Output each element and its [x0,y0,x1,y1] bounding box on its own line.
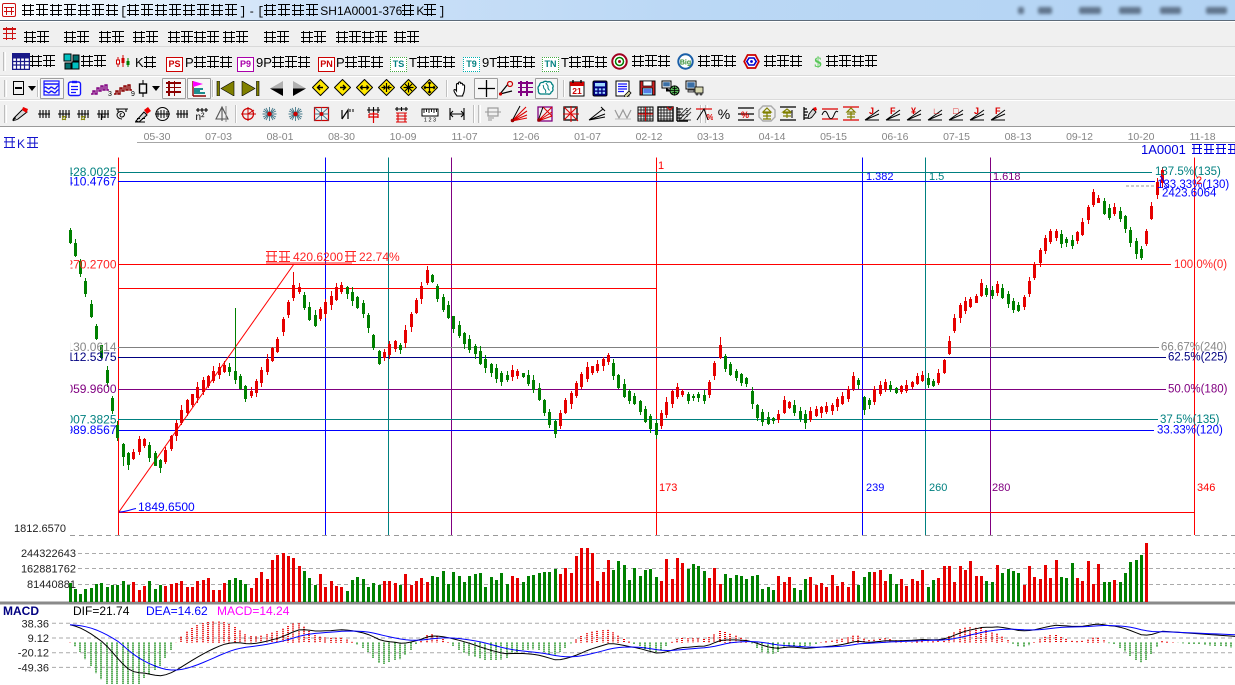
svg-text:1.382: 1.382 [866,171,894,183]
svg-text:¤: ¤ [61,113,66,122]
svg-text:%: % [741,110,749,120]
svg-text:173: 173 [659,482,677,494]
svg-text:9.12: 9.12 [28,633,49,645]
svg-text:08-01: 08-01 [267,131,294,143]
svg-text:∟: ∟ [932,106,941,116]
svg-text:22.74%: 22.74% [359,250,400,264]
svg-text:n²: n² [196,112,206,122]
svg-text:%: % [707,113,714,122]
svg-text:1849.6500: 1849.6500 [138,500,195,514]
svg-text:02-12: 02-12 [636,131,663,143]
svg-text:1 2 3: 1 2 3 [424,118,436,123]
svg-text:¤: ¤ [80,113,85,122]
svg-text:162881762: 162881762 [21,564,76,576]
svg-text:244322643: 244322643 [21,548,76,560]
svg-text:33.33%(120): 33.33%(120) [1157,425,1223,437]
svg-text:K: K [17,137,25,151]
svg-text:Big: Big [680,60,691,67]
svg-text:DEA=14.62: DEA=14.62 [146,604,208,618]
svg-text:06-16: 06-16 [882,131,909,143]
svg-text:F: F [100,112,106,122]
svg-text:21: 21 [572,86,582,96]
svg-text:DIF=21.74: DIF=21.74 [73,604,130,618]
svg-text:420.6200: 420.6200 [293,250,343,264]
svg-text:$: $ [814,55,822,70]
svg-text:□: □ [953,106,959,116]
svg-text:9: 9 [131,91,135,97]
svg-text:62.5%(225): 62.5%(225) [1168,352,1228,364]
svg-text:%: % [718,106,730,122]
svg-text:38.36: 38.36 [21,618,49,630]
svg-text:346: 346 [1197,482,1215,494]
svg-text:2423.6064: 2423.6064 [1162,188,1217,200]
svg-text:1812.6570: 1812.6570 [14,523,66,535]
svg-text:J: J [974,106,979,116]
svg-text:¥: ¥ [911,106,916,116]
svg-text:12-06: 12-06 [513,131,540,143]
svg-text:01-07: 01-07 [574,131,601,143]
svg-text:07-03: 07-03 [205,131,232,143]
svg-text:F: F [890,106,896,116]
svg-text:05-15: 05-15 [820,131,847,143]
svg-text:07-15: 07-15 [943,131,970,143]
svg-text:08-13: 08-13 [1005,131,1032,143]
svg-text:11-18: 11-18 [1189,131,1215,143]
svg-text:10-09: 10-09 [390,131,417,143]
svg-text:08-30: 08-30 [328,131,355,143]
svg-text:2: 2 [1196,175,1202,187]
svg-text:09-12: 09-12 [1066,131,1093,143]
svg-text:03-13: 03-13 [697,131,724,143]
svg-text:04-14: 04-14 [759,131,786,143]
svg-text:1A0001: 1A0001 [1141,142,1186,157]
svg-text:F: F [995,106,1001,116]
svg-text:1.618: 1.618 [993,171,1021,183]
svg-text:81440881: 81440881 [27,579,76,591]
svg-text:MACD: MACD [3,604,39,618]
svg-text:100.0%(0): 100.0%(0) [1174,259,1227,271]
svg-text:11-07: 11-07 [451,131,477,143]
svg-text:260: 260 [929,482,947,494]
svg-text:1: 1 [658,160,664,172]
svg-text:239: 239 [866,482,884,494]
svg-text:05-30: 05-30 [144,131,171,143]
svg-text:-49.36: -49.36 [18,662,49,674]
svg-text:280: 280 [992,482,1010,494]
svg-text:-20.12: -20.12 [18,648,49,660]
svg-text:MACD=14.24: MACD=14.24 [217,604,290,618]
svg-text:50.0%(180): 50.0%(180) [1168,384,1228,396]
svg-text:3: 3 [108,91,112,97]
svg-text:1.5: 1.5 [929,171,944,183]
svg-text:J: J [869,106,874,116]
svg-text:137.5%(135): 137.5%(135) [1155,166,1221,178]
